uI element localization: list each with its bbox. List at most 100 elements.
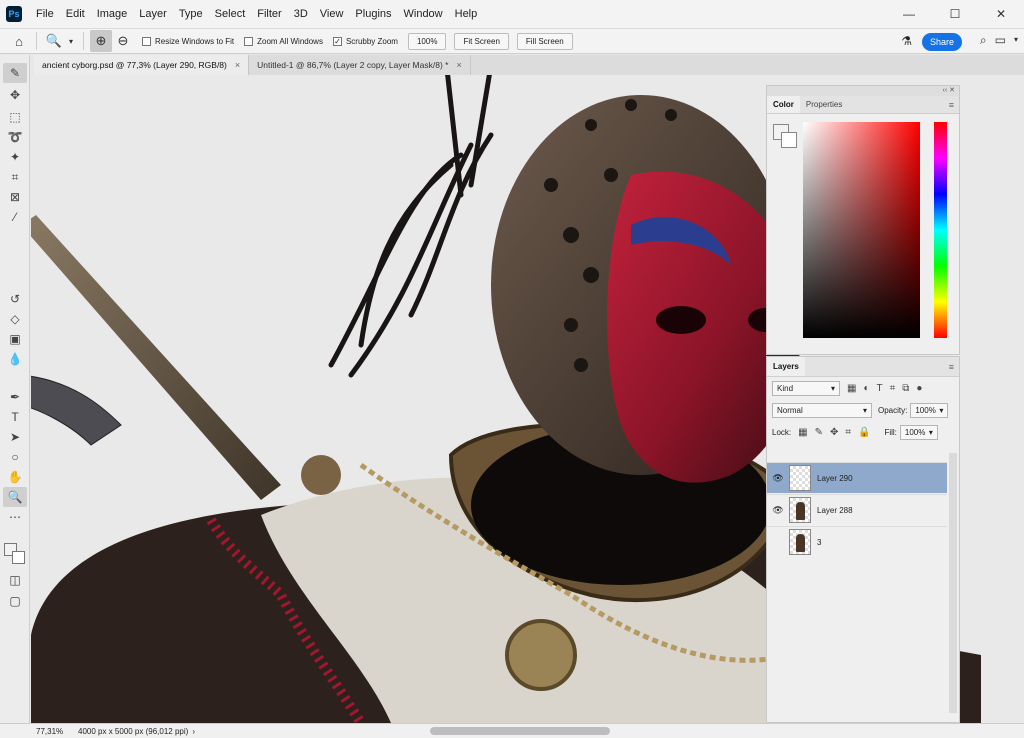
zoom-all-checkbox[interactable]: Zoom All Windows	[244, 36, 323, 46]
fit-screen-button[interactable]: Fit Screen	[454, 32, 509, 50]
type-tool-icon[interactable]: T	[3, 407, 27, 427]
fill-input[interactable]: 100% ▾	[899, 424, 938, 440]
workspace-icon[interactable]: ▭	[995, 33, 1006, 48]
menu-view[interactable]: View	[314, 0, 350, 28]
panel-menu-icon[interactable]: ≡	[949, 357, 954, 376]
tab-properties[interactable]: Properties	[800, 96, 848, 113]
blur-tool-icon[interactable]: 💧	[3, 349, 27, 369]
magic-wand-icon[interactable]: ✦	[3, 147, 27, 167]
zoom-level[interactable]: 77,31%	[0, 727, 78, 736]
filter-type-icon[interactable]: T	[877, 383, 883, 394]
zoom-in-icon[interactable]: ⊕	[90, 30, 112, 52]
history-brush-icon[interactable]: ↺	[3, 289, 27, 309]
ellipse-tool-icon[interactable]: ○	[3, 447, 27, 467]
share-button[interactable]: Share	[922, 33, 962, 51]
crop-tool-icon[interactable]: ⌗	[3, 167, 27, 187]
chevron-right-icon[interactable]: ›	[192, 727, 195, 736]
more-tools-icon[interactable]: ⋯	[3, 507, 27, 527]
menu-type[interactable]: Type	[173, 0, 209, 28]
hue-slider[interactable]	[934, 122, 947, 338]
menu-layer[interactable]: Layer	[133, 0, 173, 28]
lock-image-icon[interactable]: ✎	[815, 427, 823, 438]
eraser-icon[interactable]: ◇	[3, 309, 27, 329]
divider	[36, 32, 37, 50]
fill-screen-button[interactable]: Fill Screen	[516, 32, 573, 50]
menu-filter[interactable]: Filter	[251, 0, 287, 28]
close-button[interactable]: ✕	[978, 0, 1024, 28]
hand-tool-icon[interactable]: ✋	[3, 467, 27, 487]
lock-transparent-icon[interactable]: ▦	[798, 427, 807, 438]
marquee-tool-icon[interactable]: ⬚	[3, 107, 27, 127]
menu-window[interactable]: Window	[398, 0, 449, 28]
tab-layers[interactable]: Layers	[767, 357, 805, 376]
menu-file[interactable]: File	[30, 0, 60, 28]
kind-filter-select[interactable]: Kind ▾	[772, 380, 840, 396]
home-icon[interactable]: ⌂	[8, 30, 30, 52]
blend-mode-select[interactable]: Normal ▾	[772, 402, 872, 418]
chevron-down-icon[interactable]: ▾	[65, 30, 77, 52]
document-tab-bar: ancient cyborg.psd @ 77,3% (Layer 290, R…	[34, 55, 1024, 75]
scrubby-zoom-checkbox[interactable]: ✓ Scrubby Zoom	[332, 36, 398, 46]
layer-row-layer-290[interactable]: 👁 Layer 290	[767, 462, 947, 493]
menu-image[interactable]: Image	[91, 0, 134, 28]
window-controls: — ☐ ✕	[886, 0, 1024, 28]
lock-artboard-icon[interactable]: ⌗	[845, 427, 851, 438]
menu-3d[interactable]: 3D	[288, 0, 314, 28]
filter-adjustment-icon[interactable]: ◐	[863, 383, 869, 394]
zoom-tool-preset-icon[interactable]: 🔍	[43, 30, 65, 52]
resize-windows-checkbox[interactable]: Resize Windows to Fit	[142, 36, 234, 46]
path-selection-icon[interactable]: ➤	[3, 427, 27, 447]
zoom-tool-icon[interactable]: 🔍	[3, 487, 27, 507]
gradient-tool-icon[interactable]: ▣	[3, 329, 27, 349]
zoom-100-button[interactable]: 100%	[407, 32, 447, 50]
frame-tool-icon[interactable]: ⊠	[3, 187, 27, 207]
minimize-button[interactable]: —	[886, 0, 932, 28]
filter-shape-icon[interactable]: ⌗	[890, 383, 896, 394]
layer-row-3[interactable]: 3	[767, 526, 947, 557]
medallion	[505, 619, 577, 691]
filter-smart-object-icon[interactable]: ⧉	[902, 383, 909, 394]
eye-icon[interactable]: 👁	[767, 473, 789, 484]
layers-panel-tabs: Layers ≡	[767, 357, 959, 377]
panel-menu-icon[interactable]: ≡	[949, 96, 954, 113]
opacity-input[interactable]: 100% ▾	[910, 402, 949, 418]
lock-all-icon[interactable]: 🔒	[858, 427, 870, 438]
screen-mode-icon[interactable]: ▢	[3, 591, 27, 611]
panel-collapse-bar[interactable]: ‹‹ ✕	[767, 86, 959, 96]
eyedropper-icon[interactable]: ⁄	[3, 207, 27, 227]
photoshop-window: Ps File Edit Image Layer Type Select Fil…	[0, 0, 1024, 738]
tab-ancient-cyborg[interactable]: ancient cyborg.psd @ 77,3% (Layer 290, R…	[34, 55, 250, 75]
document-info[interactable]: 4000 px x 5000 px (96,012 ppi)	[78, 727, 188, 736]
quick-mask-icon[interactable]: ◫	[3, 570, 27, 590]
zoom-out-icon[interactable]: ⊖	[112, 30, 134, 52]
filter-toggle-icon[interactable]: ●	[916, 383, 922, 394]
move-tool-icon[interactable]: ✥	[3, 85, 27, 105]
tab-color[interactable]: Color	[767, 96, 800, 113]
menu-edit[interactable]: Edit	[60, 0, 91, 28]
layer-row-layer-288[interactable]: 👁 Layer 288	[767, 494, 947, 525]
menu-help[interactable]: Help	[449, 0, 484, 28]
menu-plugins[interactable]: Plugins	[349, 0, 397, 28]
tab-untitled-1[interactable]: Untitled-1 @ 86,7% (Layer 2 copy, Layer …	[249, 55, 471, 75]
brush-tool-icon[interactable]: ✎	[3, 63, 27, 83]
lock-label: Lock:	[772, 427, 792, 437]
filter-pixel-icon[interactable]: ▦	[847, 383, 856, 394]
pen-tool-icon[interactable]: ✒	[3, 387, 27, 407]
background-color-swatch[interactable]	[12, 551, 25, 564]
flask-icon[interactable]: ⚗	[901, 34, 912, 48]
color-panel-tabs: Color Properties ≡	[767, 96, 959, 114]
menu-select[interactable]: Select	[209, 0, 252, 28]
close-icon[interactable]: ×	[235, 55, 240, 75]
search-icon[interactable]: ⌕	[980, 33, 987, 48]
chevron-down-icon[interactable]: ▾	[1014, 33, 1018, 48]
color-picker-field[interactable]	[803, 122, 920, 338]
layers-scrollbar[interactable]	[949, 453, 957, 713]
horizontal-scrollbar[interactable]	[430, 727, 610, 735]
lasso-tool-icon[interactable]: ➰	[3, 127, 27, 147]
eye-icon[interactable]: 👁	[767, 505, 789, 516]
close-icon[interactable]: ×	[456, 55, 461, 75]
lock-position-icon[interactable]: ✥	[830, 427, 838, 438]
color-background-swatch[interactable]	[781, 132, 797, 148]
checkbox-box-checked: ✓	[332, 36, 342, 46]
maximize-button[interactable]: ☐	[932, 0, 978, 28]
